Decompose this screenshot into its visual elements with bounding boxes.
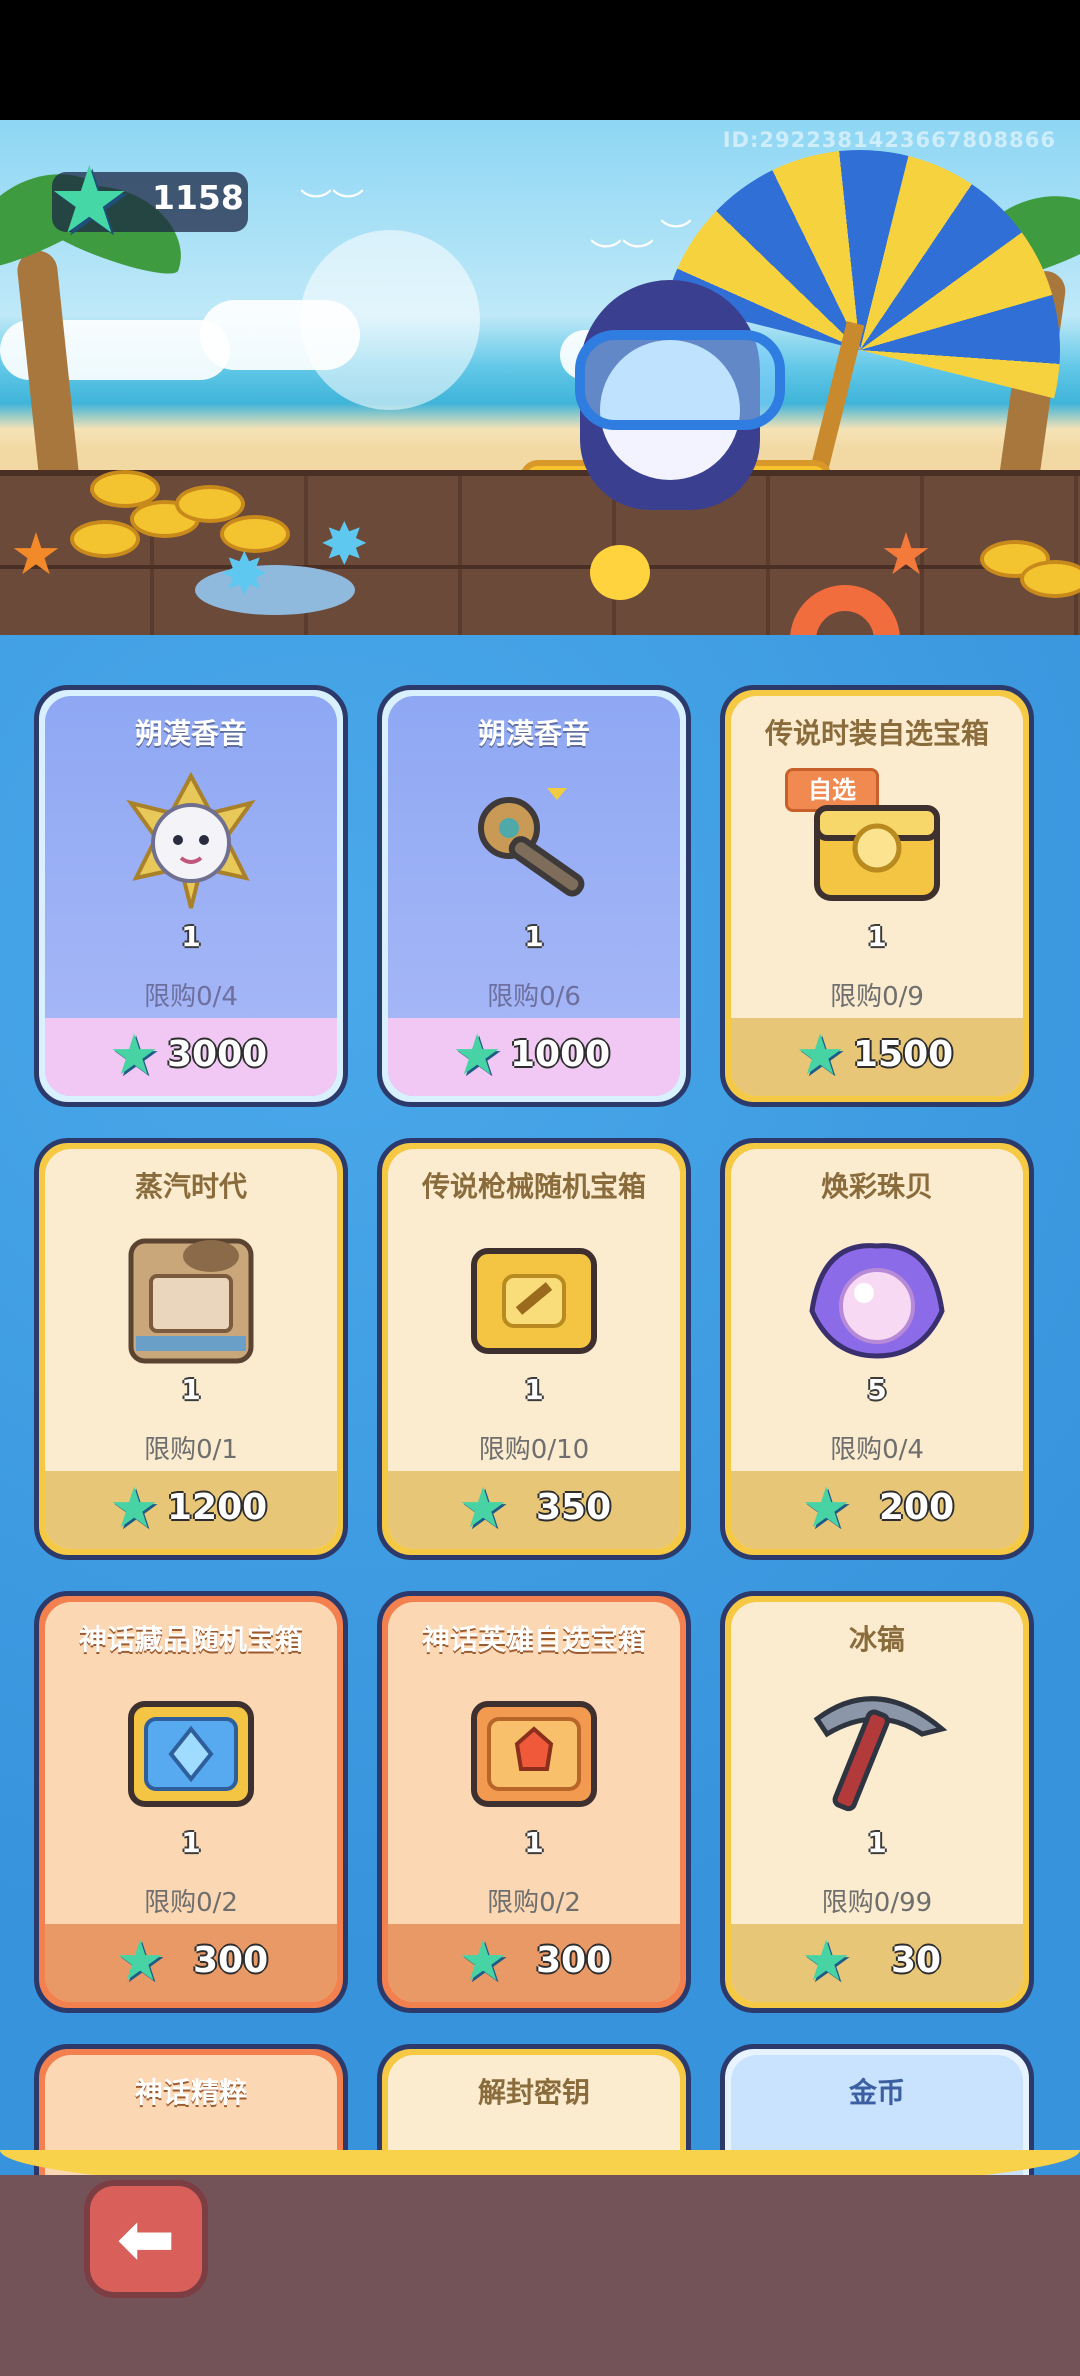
item-quantity: 1 (181, 920, 201, 953)
item-quantity: 5 (867, 1373, 887, 1406)
price-bar: ★ 300 (45, 1924, 337, 2002)
item-title: 金币 (848, 2076, 905, 2109)
gem-star-icon: ★ (458, 1929, 509, 1994)
item-price: 1200 (167, 1487, 268, 1528)
starfish-icon: ★ (10, 520, 62, 588)
purchase-limit: 限购0/9 (830, 982, 924, 1012)
price-bar: ★ 30 (731, 1924, 1023, 2002)
item-title: 神话精粹 (134, 2076, 247, 2109)
rubber-duck-icon (590, 545, 650, 600)
price-bar: ★ 1000 (388, 1018, 680, 1096)
item-quantity: 1 (867, 920, 887, 953)
shop-item-card[interactable]: 蒸汽时代 1 限购0/1 ★ 1200 (34, 1138, 348, 1560)
item-price: 30 (891, 1940, 942, 1981)
item-quantity: 1 (181, 1373, 201, 1406)
shop-item-card[interactable]: 朔漠香音 1 限购0/6 ★ 1000 (377, 685, 691, 1107)
purchase-limit: 限购0/6 (487, 982, 581, 1012)
shop-item-card[interactable]: 传说时装自选宝箱 自选 1 限购0/9 ★ 1500 (720, 685, 1034, 1107)
price-bar: ★ 200 (731, 1471, 1023, 1549)
status-bar (0, 0, 1080, 120)
purchase-limit: 限购0/99 (821, 1888, 933, 1918)
back-arrow-icon: ⬅ (116, 2198, 176, 2280)
item-title: 传说时装自选宝箱 (764, 717, 989, 750)
gem-star-icon: ★ (801, 1929, 852, 1994)
gem-star-icon: ★ (452, 1023, 503, 1088)
pearl-shell-icon (809, 1243, 945, 1359)
blue-chest-icon (128, 1701, 254, 1807)
purchase-limit: 限购0/10 (478, 1435, 590, 1465)
gem-star-icon: ★ (109, 1476, 160, 1541)
item-title: 传说枪械随机宝箱 (421, 1170, 646, 1203)
shop-item-card[interactable]: 冰镐 1 限购0/99 ★ 30 (720, 1591, 1034, 2013)
purchase-limit: 限购0/2 (144, 1888, 238, 1918)
purchase-limit: 限购0/1 (144, 1435, 238, 1465)
price-bar: ★ 1200 (45, 1471, 337, 1549)
item-price: 1500 (853, 1034, 954, 1075)
purchase-limit: 限购0/4 (144, 982, 238, 1012)
gold-chest-icon (814, 805, 940, 901)
item-title: 焕彩珠贝 (820, 1170, 933, 1203)
purchase-limit: 限购0/4 (830, 1435, 924, 1465)
shop-item-card[interactable]: 朔漠香音 1 限购0/4 ★ 3000 (34, 685, 348, 1107)
item-title: 神话藏品随机宝箱 (78, 1623, 303, 1656)
item-quantity: 1 (524, 1373, 544, 1406)
steam-era-icon (128, 1238, 254, 1364)
hero-chest-icon (471, 1701, 597, 1807)
shop-item-card[interactable]: 传说枪械随机宝箱 1 限购0/10 ★ 350 (377, 1138, 691, 1560)
snowflake-star-icon: ✸ (320, 510, 369, 578)
item-quantity: 1 (524, 920, 544, 953)
gem-star-icon: ★ (795, 1023, 846, 1088)
shop-item-card[interactable]: 焕彩珠贝 5 限购0/4 ★ 200 (720, 1138, 1034, 1560)
shop-item-card[interactable]: 神话藏品随机宝箱 1 限购0/2 ★ 300 (34, 1591, 348, 2013)
item-quantity: 1 (867, 1826, 887, 1859)
gem-star-icon: ★ (458, 1476, 509, 1541)
item-price: 3000 (167, 1034, 268, 1075)
item-price: 300 (536, 1940, 612, 1981)
ice-pick-icon (813, 1696, 948, 1812)
item-title: 冰镐 (848, 1623, 905, 1656)
back-button[interactable]: ⬅ (84, 2180, 208, 2298)
hero-skin-icon (126, 771, 256, 909)
price-bar: ★ 350 (388, 1471, 680, 1549)
item-price: 200 (879, 1487, 955, 1528)
price-bar: ★ 300 (388, 1924, 680, 2002)
item-quantity: 1 (181, 1826, 201, 1859)
item-price: 1000 (510, 1034, 611, 1075)
price-bar: ★ 1500 (731, 1018, 1023, 1096)
gem-star-icon: ★ (48, 147, 131, 254)
shop-item-card[interactable]: 神话英雄自选宝箱 1 限购0/2 ★ 300 (377, 1591, 691, 2013)
item-title: 朔漠香音 (477, 717, 590, 750)
weapon-key-icon (478, 788, 585, 897)
price-bar: ★ 3000 (45, 1018, 337, 1096)
gun-chest-icon (471, 1248, 597, 1354)
item-title: 解封密钥 (477, 2076, 590, 2109)
gem-star-icon: ★ (801, 1476, 852, 1541)
item-title: 神话英雄自选宝箱 (421, 1623, 646, 1656)
snowflake-star-icon: ✸ (220, 540, 269, 608)
currency-value: 1158 (152, 178, 244, 217)
item-price: 350 (536, 1487, 612, 1528)
item-quantity: 1 (524, 1826, 544, 1859)
item-title: 朔漠香音 (134, 717, 247, 750)
item-title: 蒸汽时代 (134, 1170, 247, 1203)
gem-star-icon: ★ (109, 1023, 160, 1088)
starfish-icon: ★ (880, 520, 932, 588)
gem-star-icon: ★ (115, 1929, 166, 1994)
player-id: ID:2922381423667808866 (722, 128, 1056, 152)
shop-grid: 朔漠香音 1 限购0/4 ★ 3000 朔漠香音 1 限购0/6 ★ 1000 (0, 635, 1080, 2175)
purchase-limit: 限购0/2 (487, 1888, 581, 1918)
item-price: 300 (193, 1940, 269, 1981)
